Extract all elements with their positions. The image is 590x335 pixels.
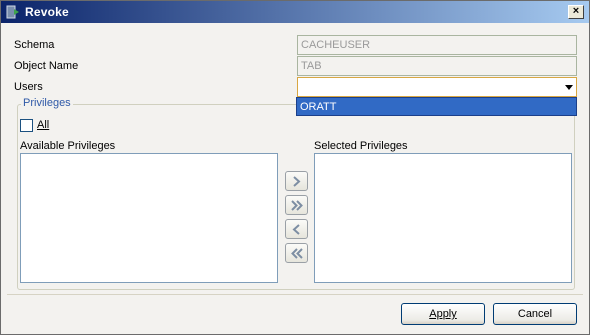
double-chevron-right-icon <box>291 200 303 211</box>
selected-privileges-label: Selected Privileges <box>314 140 408 152</box>
close-icon: × <box>572 5 580 17</box>
available-privileges-list[interactable] <box>20 153 278 283</box>
close-button[interactable]: × <box>568 5 584 19</box>
title-bar[interactable]: Revoke × <box>1 1 589 23</box>
database-shield-icon <box>6 5 19 19</box>
chevron-right-icon <box>293 176 301 187</box>
object-name-label: Object Name <box>14 60 79 72</box>
schema-field: CACHEUSER <box>297 35 577 55</box>
chevron-left-icon <box>292 224 300 235</box>
footer-separator <box>7 294 583 295</box>
users-combobox[interactable] <box>297 77 577 97</box>
double-chevron-left-icon <box>291 248 303 259</box>
all-checkbox-label[interactable]: All <box>37 119 49 131</box>
object-name-field: TAB <box>297 56 577 76</box>
available-privileges-label: Available Privileges <box>20 140 116 152</box>
chevron-down-icon[interactable] <box>565 85 573 90</box>
move-left-button[interactable] <box>285 219 308 239</box>
schema-label: Schema <box>14 39 55 51</box>
privileges-group-title: Privileges <box>21 97 73 109</box>
move-right-button[interactable] <box>285 171 308 191</box>
revoke-dialog: Revoke × Schema CACHEUSER Object Name TA… <box>0 0 590 335</box>
move-all-right-button[interactable] <box>285 195 308 215</box>
window-title: Revoke <box>25 5 69 19</box>
selected-privileges-list[interactable] <box>314 153 572 283</box>
all-checkbox[interactable] <box>20 119 33 132</box>
users-label: Users <box>14 81 43 93</box>
users-dropdown-option[interactable]: ORATT <box>296 97 577 116</box>
cancel-button[interactable]: Cancel <box>493 303 577 325</box>
move-all-left-button[interactable] <box>285 243 308 263</box>
apply-button[interactable]: Apply <box>401 303 485 325</box>
